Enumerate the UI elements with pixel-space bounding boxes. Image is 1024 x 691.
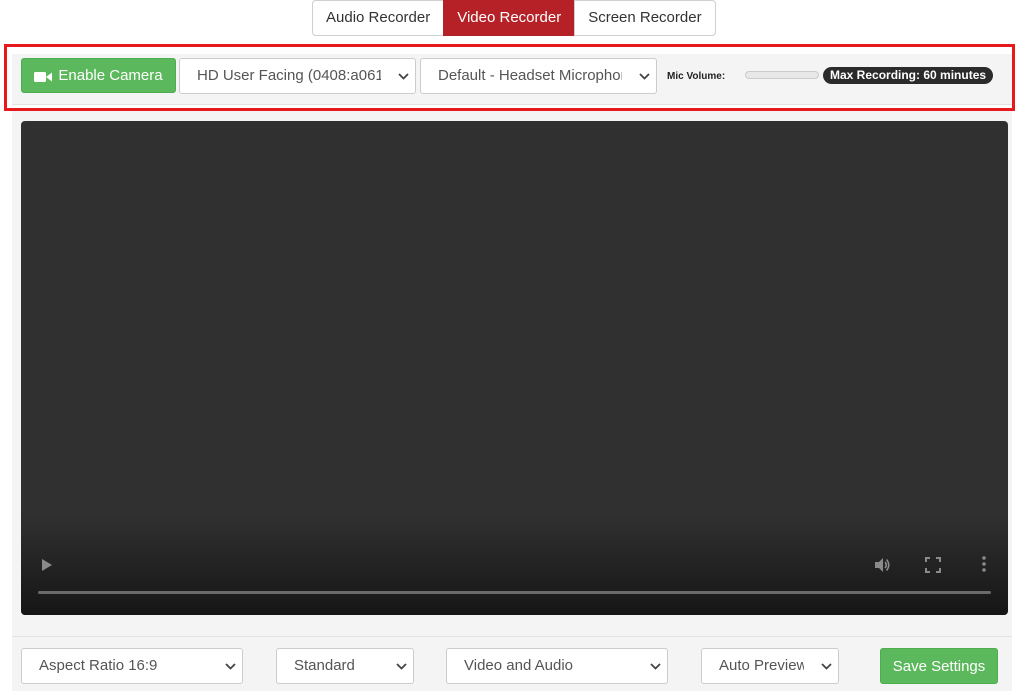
tab-audio-recorder[interactable]: Audio Recorder [312,0,445,36]
more-options-icon[interactable] [981,555,987,578]
save-settings-label: Save Settings [892,657,986,675]
video-controls-gradient [21,515,1008,615]
quality-value: Standard [294,657,355,674]
aspect-ratio-value: Aspect Ratio 16:9 [39,657,158,674]
chevron-down-icon [649,649,661,683]
recording-mode-select[interactable]: Video and Audio [446,648,668,684]
video-preview[interactable] [21,121,1008,615]
video-progress-bar[interactable] [38,591,991,594]
chevron-down-icon [224,649,236,683]
tab-video-recorder[interactable]: Video Recorder [443,0,576,36]
volume-icon[interactable] [873,556,891,579]
preview-value: Auto Preview [719,657,804,674]
recorder-tabs: Audio Recorder Video Recorder Screen Rec… [312,0,716,36]
save-settings-button[interactable]: Save Settings [880,648,998,684]
fullscreen-icon[interactable] [925,557,941,578]
chevron-down-icon [395,649,407,683]
play-icon[interactable] [40,557,54,578]
tab-screen-recorder[interactable]: Screen Recorder [574,0,716,36]
chevron-down-icon [820,649,832,683]
toolbar-highlight [4,44,1015,111]
recording-mode-value: Video and Audio [464,657,573,674]
quality-select[interactable]: Standard [276,648,414,684]
preview-select[interactable]: Auto Preview [701,648,839,684]
aspect-ratio-select[interactable]: Aspect Ratio 16:9 [21,648,243,684]
